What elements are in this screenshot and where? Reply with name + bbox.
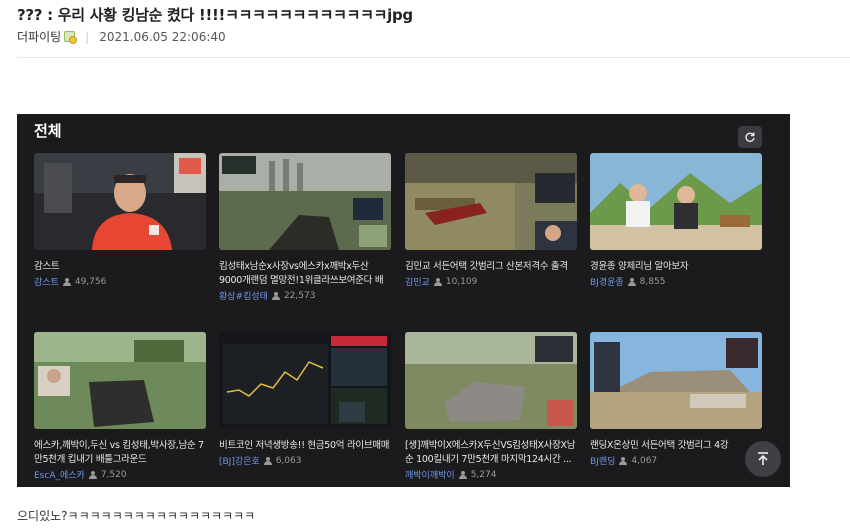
stream-meta: 깨박이깨박이 5,274 [405,468,577,482]
refresh-button[interactable] [738,126,762,148]
stream-card[interactable]: 킴성태x남순x사장vs에스카x깨박x두산 9000개랜덤 멸망전!1위클라쓰보여… [219,153,391,302]
scroll-top-button[interactable] [745,441,781,477]
viewer-count: 6,063 [275,455,302,466]
stream-card[interactable]: 감스트 감스트 49,756 [34,153,206,288]
stream-title[interactable]: 에스카,깨박이,두신 vs 킴성태,박사장,남순 7만5천개 킵내기 배틀그라운… [34,439,206,467]
streamer-name[interactable]: 감스트 [34,275,59,288]
streamer-name[interactable]: 황상#킴성태 [219,289,268,302]
stream-meta: 감스트 49,756 [34,275,206,289]
post-title: ??? : 우리 사황 킹남순 켰다 !!!!ㅋㅋㅋㅋㅋㅋㅋㅋㅋㅋㅋㅋjpg [17,6,413,24]
level-badge-icon [64,31,78,44]
stream-list-panel: 전체 감스트 감스트 49,756 킴성태x남순x사장vs에스카x깨박x두산 9… [17,114,790,487]
stream-thumbnail[interactable] [34,153,206,250]
viewer-icon [263,456,274,465]
stream-title[interactable]: 경윤종 양체리님 알아보자 [590,260,762,274]
viewer-count: 7,520 [100,469,127,480]
stream-meta: 황상#킴성태 22,573 [219,289,391,303]
viewer-count: 49,756 [74,276,107,287]
stream-meta: EscA_에스카 7,520 [34,468,206,482]
viewer-count: 4,067 [631,455,658,466]
stream-title[interactable]: 비트코인 저녁생방송!! 현금50억 라이브매매 [219,439,391,453]
stream-card[interactable]: 김민교 서든어택 갓범리그 산본저격수 출격 김민교 10,109 [405,153,577,288]
streamer-name[interactable]: EscA_에스카 [34,468,85,481]
viewer-count: 5,274 [470,469,497,480]
stream-card[interactable]: 에스카,깨박이,두신 vs 킴성태,박사장,남순 7만5천개 킵내기 배틀그라운… [34,332,206,481]
post-date: 2021.06.05 22:06:40 [99,29,226,44]
post-body-text: 으디있노?ㅋㅋㅋㅋㅋㅋㅋㅋㅋㅋㅋㅋㅋㅋㅋㅋㅋ [17,509,256,523]
stream-thumbnail[interactable] [405,153,577,250]
stream-thumbnail[interactable] [34,332,206,429]
viewer-icon [619,456,629,465]
stream-card[interactable]: 경윤종 양체리님 알아보자 BJ경윤종 8,855 [590,153,762,288]
post-meta: 더파이팅 | 2021.06.05 22:06:40 [17,28,226,45]
viewer-icon [62,277,73,286]
refresh-icon [745,132,755,142]
viewer-icon [88,470,99,479]
stream-title[interactable]: 랜딩X온상민 서든어택 갓범리그 4강 [590,439,762,453]
stream-title[interactable]: 감스트 [34,260,206,274]
streamer-name[interactable]: 김민교 [405,275,430,288]
panel-title: 전체 [34,122,62,140]
viewer-count: 10,109 [445,276,478,287]
viewer-count: 8,855 [639,276,666,287]
stream-card[interactable]: [생]깨박이X에스카X두신VS킴성태X사장X남순 100킬내기 7만5천개 마지… [405,332,577,481]
viewer-count: 22,573 [283,290,316,301]
viewer-icon [458,470,469,479]
viewer-icon [433,277,444,286]
streamer-name[interactable]: BJ랜딩 [590,454,615,467]
stream-meta: BJ랜딩 4,067 [590,454,762,468]
stream-card[interactable]: 비트코인 저녁생방송!! 현금50억 라이브매매 [BJ]강은호 6,063 [219,332,391,467]
stream-meta: 김민교 10,109 [405,275,577,289]
stream-title[interactable]: 킴성태x남순x사장vs에스카x깨박x두산 9000개랜덤 멸망전!1위클라쓰보여… [219,260,391,288]
arrow-up-icon [758,452,768,465]
stream-meta: [BJ]강은호 6,063 [219,454,391,468]
viewer-icon [627,277,638,286]
author-name[interactable]: 더파이팅 [17,28,61,45]
stream-thumbnail[interactable] [405,332,577,429]
streamer-name[interactable]: BJ경윤종 [590,275,624,288]
stream-thumbnail[interactable] [219,332,391,429]
stream-meta: BJ경윤종 8,855 [590,275,762,289]
stream-thumbnail[interactable] [219,153,391,250]
stream-title[interactable]: 김민교 서든어택 갓범리그 산본저격수 출격 [405,260,577,274]
stream-thumbnail[interactable] [590,332,762,429]
stream-card[interactable]: 랜딩X온상민 서든어택 갓범리그 4강 BJ랜딩 4,067 [590,332,762,467]
meta-separator: | [85,29,90,44]
streamer-name[interactable]: [BJ]강은호 [219,454,260,467]
stream-thumbnail[interactable] [590,153,762,250]
streamer-name[interactable]: 깨박이깨박이 [405,468,455,481]
viewer-icon [271,291,282,300]
header-divider [17,57,850,58]
stream-title[interactable]: [생]깨박이X에스카X두신VS킴성태X사장X남순 100킬내기 7만5천개 마지… [405,439,577,467]
